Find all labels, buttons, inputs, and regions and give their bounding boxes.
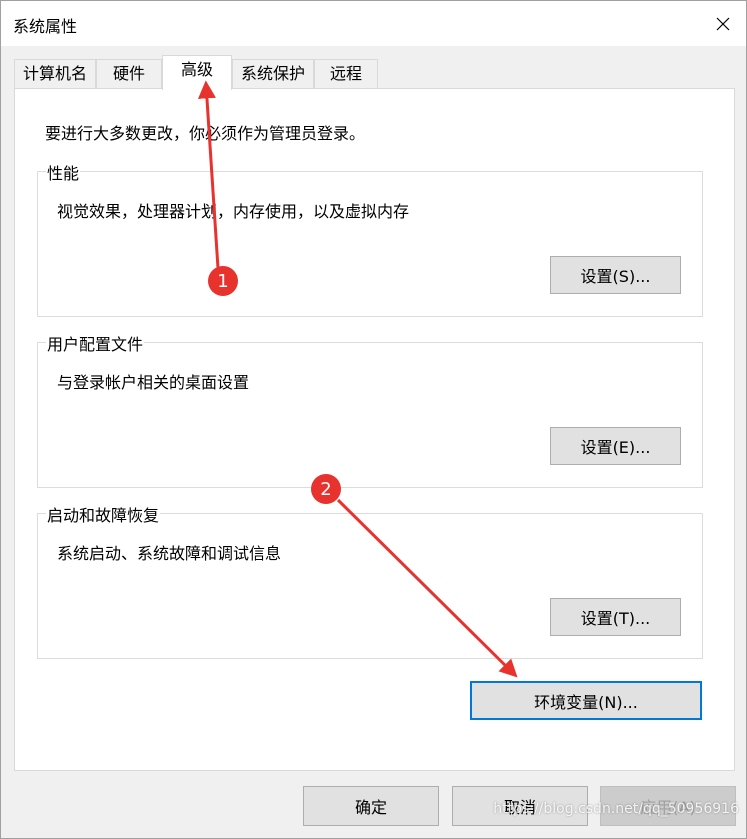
- ok-button[interactable]: 确定: [303, 786, 439, 826]
- startup-recovery-settings-button[interactable]: 设置(T)...: [550, 598, 681, 636]
- system-properties-dialog: 系统属性 计算机名 硬件 高级 系统保护 远程 要进行大多数更改，你必须作为管理…: [0, 0, 747, 839]
- user-profiles-group: 用户配置文件 与登录帐户相关的桌面设置 设置(E)...: [37, 331, 703, 488]
- performance-settings-button[interactable]: 设置(S)...: [550, 256, 681, 294]
- startup-recovery-description: 系统启动、系统故障和调试信息: [57, 544, 282, 563]
- startup-recovery-title: 启动和故障恢复: [46, 502, 161, 526]
- tab-computer-name[interactable]: 计算机名: [14, 59, 96, 88]
- user-profiles-description: 与登录帐户相关的桌面设置: [57, 373, 250, 392]
- performance-description: 视觉效果，处理器计划，内存使用，以及虚拟内存: [57, 202, 410, 221]
- startup-recovery-group: 启动和故障恢复 系统启动、系统故障和调试信息 设置(T)...: [37, 502, 703, 659]
- advanced-tab-panel: 要进行大多数更改，你必须作为管理员登录。 性能 视觉效果，处理器计划，内存使用，…: [14, 88, 735, 771]
- tab-system-protection[interactable]: 系统保护: [232, 59, 314, 88]
- performance-group: 性能 视觉效果，处理器计划，内存使用，以及虚拟内存 设置(S)...: [37, 160, 703, 317]
- callout-2: 2: [311, 474, 341, 504]
- environment-variables-button[interactable]: 环境变量(N)...: [470, 681, 702, 720]
- user-profiles-settings-button[interactable]: 设置(E)...: [550, 427, 681, 465]
- callout-1: 1: [208, 266, 238, 296]
- admin-notice: 要进行大多数更改，你必须作为管理员登录。: [45, 124, 366, 143]
- close-icon: [716, 17, 730, 30]
- close-button[interactable]: [700, 1, 746, 46]
- performance-title: 性能: [46, 160, 81, 184]
- tab-remote[interactable]: 远程: [314, 59, 378, 88]
- watermark: https://blog.csdn.net/qq_50956916: [493, 801, 739, 817]
- tab-hardware[interactable]: 硬件: [96, 59, 162, 88]
- title-bar: 系统属性: [1, 1, 746, 46]
- tab-advanced[interactable]: 高级: [162, 55, 232, 90]
- tab-strip: 计算机名 硬件 高级 系统保护 远程: [1, 55, 746, 90]
- window-title: 系统属性: [13, 17, 78, 36]
- user-profiles-title: 用户配置文件: [46, 331, 145, 355]
